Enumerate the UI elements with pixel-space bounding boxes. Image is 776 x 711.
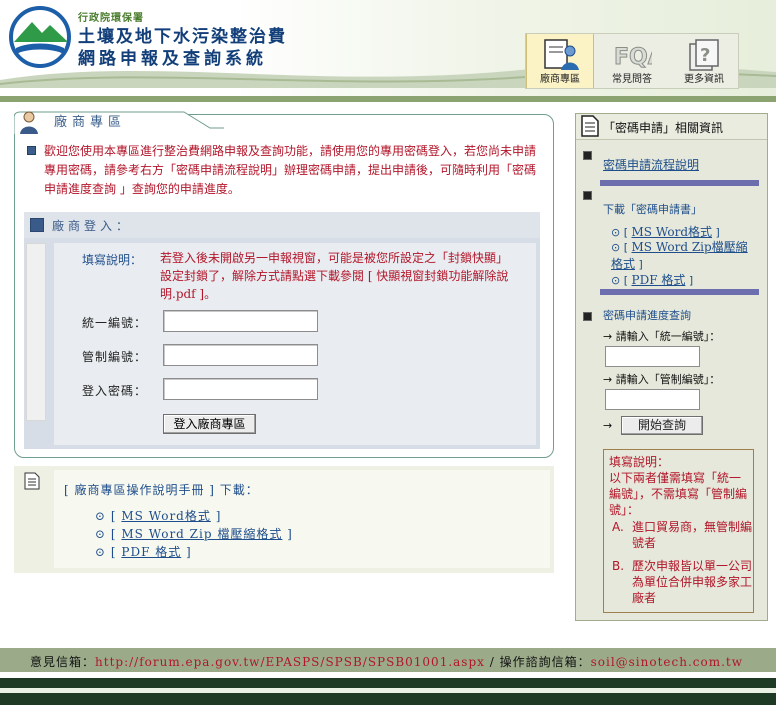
manual-download-zip: ⊙ [ MS Word Zip 檔壓縮格式 ] — [95, 527, 293, 541]
download-pdf-item: ⊙ [ PDF 格式 ] — [611, 273, 694, 287]
sidebar-divider — [600, 180, 759, 186]
footer-bar — [0, 678, 776, 688]
svg-text:?: ? — [700, 45, 710, 66]
manual-zip-link[interactable]: MS Word Zip 檔壓縮格式 — [121, 527, 282, 541]
manual-download-word: ⊙ [ MS Word格式 ] — [95, 509, 222, 523]
feedback-link[interactable]: http://forum.epa.gov.tw/EPASPS/SPSB/SPSB… — [95, 655, 485, 669]
password-flow-link[interactable]: 密碼申請流程說明 — [603, 156, 699, 173]
faq-icon: FQA — [614, 45, 653, 71]
sidebar-note-text: 以下兩者僅需填寫「統一編號」，不需填寫「管制編號」： — [609, 471, 748, 517]
arrow-icon: → — [603, 419, 613, 432]
question-document-icon: ? — [689, 39, 719, 71]
control-id-label: 管制編號： — [82, 350, 148, 364]
manual-pdf-link[interactable]: PDF 格式 — [121, 545, 181, 559]
popup-blocker-note[interactable]: 若登入後未開啟另一申報視窗，可能是被您所設定之「封鎖快顯」設定封鎖了，解除方式請… — [160, 249, 514, 303]
square-bullet-icon — [583, 312, 592, 321]
note-item-key: A. — [612, 520, 624, 534]
footer-separator: / — [484, 655, 500, 669]
nav-vendor-zone[interactable]: 廠商專區 — [526, 34, 594, 88]
nav-more-info[interactable]: ? 更多資訊 — [670, 34, 738, 88]
tax-id-input[interactable] — [163, 310, 318, 332]
system-title-line2: 網路申報及查詢系統 — [78, 49, 267, 69]
query-control-id-input[interactable] — [605, 389, 700, 410]
footer-bar — [0, 693, 776, 705]
svg-text:FQA: FQA — [614, 45, 652, 70]
tax-id-label: 統一編號： — [82, 316, 148, 330]
password-input[interactable] — [163, 378, 318, 400]
start-query-button[interactable]: 開始查詢 — [621, 416, 703, 435]
query-prompt-control-id: → 請輸入「管制編號」： — [603, 373, 721, 386]
person-icon — [20, 111, 38, 134]
nav-label: 廠商專區 — [540, 74, 580, 85]
download-word-item: ⊙ [ MS Word格式 ] — [611, 225, 720, 239]
query-title: 密碼申請進度查詢 — [603, 309, 691, 322]
login-button[interactable]: 登入廠商專區 — [163, 414, 256, 434]
bullet-icon — [27, 146, 36, 155]
query-tax-id-input[interactable] — [605, 346, 700, 367]
download-title: 下載「密碼申請書」 — [603, 203, 702, 216]
epa-logo-icon — [9, 6, 71, 68]
download-zip-link[interactable]: MS Word Zip檔壓縮格式 — [611, 240, 748, 271]
header-divider — [0, 96, 776, 102]
manual-download-pdf: ⊙ [ PDF 格式 ] — [95, 545, 192, 559]
sidebar-title: 「密碼申請」相關資訊 — [603, 121, 724, 135]
footer-contact: 意見信箱：http://forum.epa.gov.tw/EPASPS/SPSB… — [30, 653, 743, 670]
nav-label: 更多資訊 — [684, 74, 724, 85]
feedback-label: 意見信箱： — [30, 655, 96, 669]
download-word-link[interactable]: MS Word格式 — [632, 225, 713, 239]
download-pdf-link[interactable]: PDF 格式 — [632, 273, 686, 287]
top-nav: 廠商專區 FQA 常見問答 ? 更多資訊 — [525, 33, 739, 89]
document-icon — [581, 115, 599, 137]
zone-title: 廠商專區 — [54, 115, 127, 130]
manual-title: [ 廠商專區操作說明手冊 ] 下載： — [64, 483, 259, 497]
login-side-strip — [26, 243, 46, 421]
control-id-input[interactable] — [163, 344, 318, 366]
support-label: 操作諮詢信箱： — [499, 655, 591, 669]
password-label: 登入密碼： — [82, 384, 148, 398]
support-email-link[interactable]: soil@sinotech.com.tw — [591, 655, 743, 669]
square-bullet-icon — [583, 151, 592, 160]
manual-word-link[interactable]: MS Word格式 — [121, 509, 211, 523]
note-item-text: 進口貿易商，無管制編號者 — [632, 520, 753, 550]
sidebar-note: 填寫說明： 以下兩者僅需填寫「統一編號」，不需填寫「管制編號」： — [609, 454, 749, 518]
sidebar-divider — [600, 289, 759, 295]
key-icon — [30, 218, 44, 232]
query-prompt-tax-id: → 請輸入「統一編號」： — [603, 330, 721, 343]
login-title: 廠商登入： — [52, 219, 133, 233]
note-label: 填寫說明： — [82, 253, 143, 267]
square-bullet-icon — [583, 191, 592, 200]
person-document-icon — [544, 39, 579, 70]
document-icon — [24, 472, 40, 490]
zone-intro-text: 歡迎您使用本專區進行整治費網路申報及查詢功能，請使用您的專用密碼登入，若您尚未申… — [44, 144, 537, 196]
sidebar-note-title: 填寫說明： — [609, 455, 670, 469]
download-zip-item: ⊙ [ MS Word Zip檔壓縮格式 ] — [611, 240, 748, 271]
nav-label: 常見問答 — [612, 74, 652, 85]
note-item-key: B. — [612, 559, 625, 573]
note-item-text: 歷次申報皆以單一公司為單位合併申報多家工廠者 — [632, 559, 753, 605]
nav-faq[interactable]: FQA 常見問答 — [598, 34, 666, 88]
